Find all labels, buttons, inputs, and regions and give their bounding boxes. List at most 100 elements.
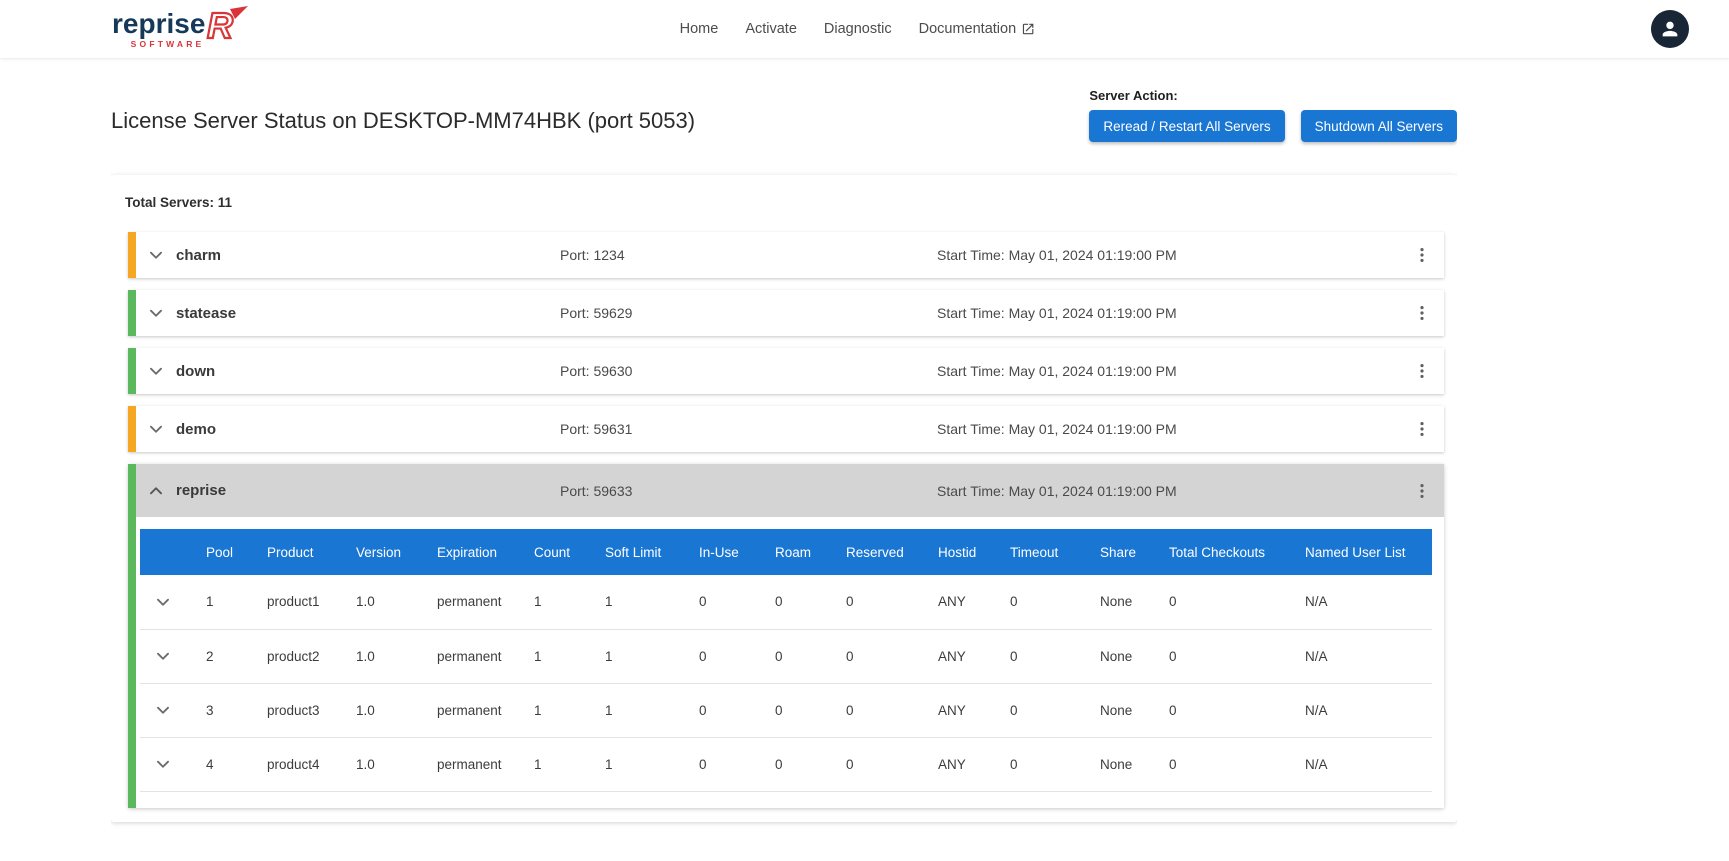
- cell-pool: 1: [186, 575, 247, 629]
- chevron-down-icon: [152, 699, 174, 721]
- column-header-version[interactable]: Version: [336, 529, 417, 575]
- cell-named-user-list: N/A: [1285, 629, 1432, 683]
- server-menu-button[interactable]: [1410, 359, 1434, 383]
- column-header-share[interactable]: Share: [1080, 529, 1149, 575]
- user-avatar-button[interactable]: [1651, 10, 1689, 48]
- logo-r-icon: R: [203, 5, 249, 47]
- server-list: charmPort: 1234Start Time: May 01, 2024 …: [128, 232, 1444, 808]
- cell-total-checkouts: 0: [1149, 575, 1285, 629]
- nav-link-label: Documentation: [919, 21, 1017, 37]
- cell-count: 1: [514, 683, 585, 737]
- column-header-hostid[interactable]: Hostid: [918, 529, 990, 575]
- chevron-down-icon: [152, 591, 174, 613]
- navbar: reprise SOFTWARE R Home Activate Diagnosti…: [0, 0, 1729, 58]
- expand-server-button[interactable]: [143, 300, 169, 326]
- cell-share: None: [1080, 737, 1149, 791]
- column-header-total-checkouts[interactable]: Total Checkouts: [1149, 529, 1285, 575]
- chevron-down-icon: [145, 418, 167, 440]
- external-link-icon: [1021, 22, 1035, 36]
- pool-expander-cell: [140, 683, 186, 737]
- cell-reserved: 0: [826, 683, 918, 737]
- cell-product: product2: [247, 629, 336, 683]
- cell-share: None: [1080, 575, 1149, 629]
- server-start-time: Start Time: May 01, 2024 01:19:00 PM: [937, 247, 1400, 263]
- nav-link-diagnostic[interactable]: Diagnostic: [824, 21, 892, 37]
- cell-roam: 0: [755, 629, 826, 683]
- cell-version: 1.0: [336, 575, 417, 629]
- server-row-statease[interactable]: stateasePort: 59629Start Time: May 01, 2…: [128, 290, 1444, 336]
- nav-link-label: Diagnostic: [824, 21, 892, 37]
- cell-version: 1.0: [336, 629, 417, 683]
- expand-server-button[interactable]: [143, 242, 169, 268]
- column-header-pool[interactable]: Pool: [186, 529, 247, 575]
- server-menu-button[interactable]: [1410, 479, 1434, 503]
- server-menu-button[interactable]: [1410, 301, 1434, 325]
- column-header-count[interactable]: Count: [514, 529, 585, 575]
- chevron-down-icon: [145, 302, 167, 324]
- column-header-soft-limit[interactable]: Soft Limit: [585, 529, 679, 575]
- cell-roam: 0: [755, 737, 826, 791]
- cell-timeout: 0: [990, 629, 1080, 683]
- cell-named-user-list: N/A: [1285, 575, 1432, 629]
- cell-pool: 2: [186, 629, 247, 683]
- pool-expander-cell: [140, 629, 186, 683]
- expand-pool-button[interactable]: [150, 751, 176, 777]
- column-header-in-use[interactable]: In-Use: [679, 529, 755, 575]
- server-start-time: Start Time: May 01, 2024 01:19:00 PM: [937, 421, 1400, 437]
- server-name: demo: [176, 421, 560, 438]
- chevron-down-icon: [152, 645, 174, 667]
- nav-link-documentation[interactable]: Documentation: [919, 21, 1036, 37]
- pool-table-wrap: PoolProductVersionExpirationCountSoft Li…: [136, 517, 1444, 808]
- column-header-roam[interactable]: Roam: [755, 529, 826, 575]
- cell-total-checkouts: 0: [1149, 629, 1285, 683]
- cell-count: 1: [514, 737, 585, 791]
- page-title: License Server Status on DESKTOP-MM74HBK…: [111, 108, 695, 134]
- expand-server-button[interactable]: [143, 416, 169, 442]
- nav-link-activate[interactable]: Activate: [745, 21, 797, 37]
- expand-server-button[interactable]: [143, 358, 169, 384]
- cell-soft-limit: 1: [585, 629, 679, 683]
- server-menu-button[interactable]: [1410, 243, 1434, 267]
- server-start-time: Start Time: May 01, 2024 01:19:00 PM: [937, 363, 1400, 379]
- cell-version: 1.0: [336, 683, 417, 737]
- server-status-card: Total Servers: 11 charmPort: 1234Start T…: [111, 175, 1457, 822]
- server-row-charm[interactable]: charmPort: 1234Start Time: May 01, 2024 …: [128, 232, 1444, 278]
- server-row-reprise[interactable]: reprisePort: 59633Start Time: May 01, 20…: [136, 464, 1444, 517]
- column-header-reserved[interactable]: Reserved: [826, 529, 918, 575]
- column-header-named-user-list[interactable]: Named User List: [1285, 529, 1432, 575]
- server-action-buttons: Reread / Restart All Servers Shutdown All…: [1089, 110, 1457, 142]
- cell-product: product1: [247, 575, 336, 629]
- expand-pool-button[interactable]: [150, 697, 176, 723]
- total-servers-label: Total Servers: 11: [125, 195, 1444, 210]
- cell-reserved: 0: [826, 629, 918, 683]
- cell-soft-limit: 1: [585, 737, 679, 791]
- cell-hostid: ANY: [918, 575, 990, 629]
- reprise-logo[interactable]: reprise SOFTWARE R: [112, 10, 249, 49]
- server-row-down[interactable]: downPort: 59630Start Time: May 01, 2024 …: [128, 348, 1444, 394]
- shutdown-all-servers-button[interactable]: Shutdown All Servers: [1301, 110, 1457, 142]
- cell-soft-limit: 1: [585, 575, 679, 629]
- server-menu-button[interactable]: [1410, 417, 1434, 441]
- column-header-expiration[interactable]: Expiration: [417, 529, 514, 575]
- svg-text:R: R: [207, 5, 233, 46]
- nav-link-label: Home: [680, 21, 719, 37]
- expand-server-button[interactable]: [143, 478, 169, 504]
- cell-timeout: 0: [990, 737, 1080, 791]
- kebab-menu-icon: [1412, 481, 1432, 501]
- reread-restart-all-servers-button[interactable]: Reread / Restart All Servers: [1089, 110, 1284, 142]
- nav-link-label: Activate: [745, 21, 797, 37]
- column-header-product[interactable]: Product: [247, 529, 336, 575]
- expand-pool-button[interactable]: [150, 589, 176, 615]
- pool-expander-cell: [140, 737, 186, 791]
- server-action-panel: Server Action: Reread / Restart All Serv…: [1089, 88, 1457, 142]
- logo-wordmark: reprise: [112, 10, 205, 38]
- cell-count: 1: [514, 575, 585, 629]
- nav-link-home[interactable]: Home: [680, 21, 719, 37]
- cell-roam: 0: [755, 683, 826, 737]
- cell-total-checkouts: 0: [1149, 683, 1285, 737]
- expand-pool-button[interactable]: [150, 643, 176, 669]
- cell-version: 1.0: [336, 737, 417, 791]
- server-row-demo[interactable]: demoPort: 59631Start Time: May 01, 2024 …: [128, 406, 1444, 452]
- column-header-timeout[interactable]: Timeout: [990, 529, 1080, 575]
- pool-row-1: 1product11.0permanent11000ANY0None0N/A: [140, 575, 1432, 629]
